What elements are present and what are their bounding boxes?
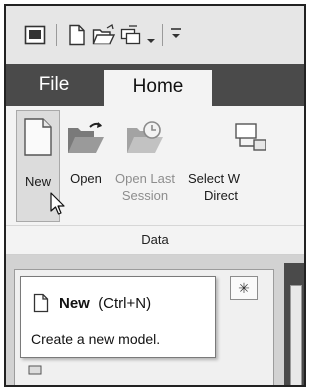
select-wd-label-line1: Select W	[188, 171, 241, 186]
ribbon-group-label: Data	[141, 232, 169, 247]
open-button[interactable]: Open	[64, 110, 108, 187]
group-divider	[6, 225, 304, 226]
toolbar-separator	[162, 24, 163, 46]
asterisk-icon[interactable]: ✳	[230, 276, 258, 300]
graphics-area-edge	[284, 263, 304, 385]
tooltip-command-name: New	[59, 295, 90, 312]
ribbon-panel: New Open Open Last Session Select W Dire…	[6, 106, 304, 255]
open-last-label-line2: Session	[121, 188, 169, 203]
tooltip-new-file-icon	[33, 293, 49, 318]
new-button-tooltip: New (Ctrl+N) Create a new model.	[20, 276, 216, 358]
vertical-scrollbar[interactable]	[290, 285, 302, 385]
open-button-label: Open	[70, 171, 102, 186]
new-button-label: New	[24, 174, 51, 189]
new-file-icon	[17, 117, 59, 161]
qat-save-icon[interactable]	[120, 24, 142, 51]
qat-open-icon[interactable]	[92, 23, 116, 51]
select-wd-label-line2: Direct	[204, 188, 238, 203]
tooltip-title: New (Ctrl+N)	[59, 295, 151, 312]
toolbar-separator	[56, 24, 57, 46]
tab-home[interactable]: Home	[104, 70, 212, 106]
qat-new-icon[interactable]	[68, 24, 86, 51]
open-last-session-icon	[112, 120, 178, 160]
customize-toolbar-icon[interactable]	[170, 28, 182, 47]
ribbon-tab-strip: File Home	[6, 64, 304, 106]
tooltip-description: Create a new model.	[31, 331, 161, 347]
quick-access-toolbar	[6, 6, 304, 64]
tooltip-shortcut: (Ctrl+N)	[98, 295, 152, 312]
open-last-session-button[interactable]: Open Last Session	[112, 110, 178, 204]
tree-item-icon	[28, 362, 42, 380]
app-menu-icon[interactable]	[24, 24, 46, 51]
mouse-cursor-icon	[50, 192, 66, 221]
application-window: File Home New Open Open Last Session Sel…	[4, 4, 306, 387]
open-last-label-line1: Open Last	[115, 171, 175, 186]
open-folder-icon	[64, 120, 108, 160]
select-working-directory-button[interactable]: Select W Direct	[182, 110, 268, 204]
select-working-directory-icon	[234, 120, 268, 160]
chevron-down-icon[interactable]	[146, 32, 156, 50]
tab-file[interactable]: File	[6, 64, 102, 106]
